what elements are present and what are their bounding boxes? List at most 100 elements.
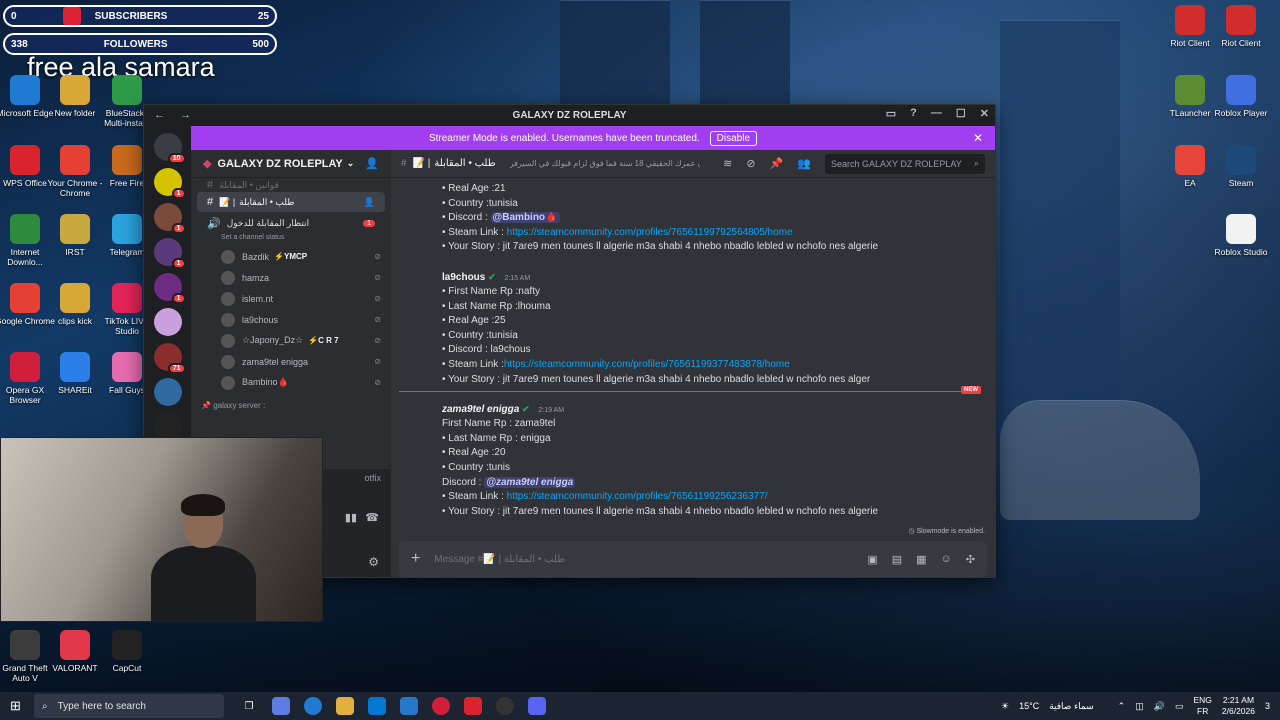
disable-button[interactable]: Disable bbox=[709, 130, 758, 146]
banner-close-icon[interactable]: ✕ bbox=[973, 131, 983, 145]
hash-icon: # bbox=[207, 179, 214, 191]
channel-rules[interactable]: # قوانين • المقابلة bbox=[197, 179, 385, 191]
windows-start-icon[interactable]: ⊞ bbox=[10, 698, 21, 714]
desktop-shortcut[interactable]: Steam bbox=[1209, 145, 1273, 188]
desktop-shortcut[interactable]: Riot Client bbox=[1209, 5, 1273, 48]
gift-icon[interactable]: ▣ bbox=[867, 553, 877, 566]
steam-link[interactable]: https://steamcommunity.com/profiles/7656… bbox=[504, 359, 790, 370]
server-icon[interactable]: 1 bbox=[153, 203, 186, 234]
message-line: • Discord : la9chous bbox=[442, 344, 531, 356]
member-list-icon[interactable]: 👥 bbox=[797, 157, 811, 170]
pinned-icon[interactable]: 📌 bbox=[770, 157, 784, 170]
set-status-link[interactable]: Set a channel status bbox=[191, 234, 391, 246]
copilot-icon[interactable] bbox=[272, 697, 290, 715]
server-icon[interactable]: 10 bbox=[153, 133, 186, 164]
message-line: • Steam Link : https://steamcommunity.co… bbox=[391, 226, 995, 241]
server-icon[interactable]: 1 bbox=[153, 168, 186, 199]
outlook-icon[interactable] bbox=[400, 697, 418, 715]
memo-icon: 📝 | bbox=[219, 196, 236, 207]
weather-text[interactable]: سماء صافية bbox=[1049, 701, 1093, 712]
volume-icon[interactable]: 🔊 bbox=[1154, 701, 1165, 712]
nav-arrows[interactable]: ← → bbox=[154, 109, 197, 121]
help-icon[interactable]: ? bbox=[910, 107, 917, 120]
soundboard-icon[interactable]: ▮▮ bbox=[345, 511, 357, 524]
desktop-shortcut[interactable]: Roblox Studio bbox=[1209, 214, 1273, 257]
message-time: 2:19 AM bbox=[538, 407, 565, 415]
followers-goal: 500 bbox=[252, 38, 269, 50]
server-icon[interactable]: 1 bbox=[153, 238, 186, 269]
server-icon[interactable] bbox=[153, 378, 182, 406]
user-mention[interactable]: @Bambino🩸 bbox=[490, 212, 560, 224]
discord-icon[interactable] bbox=[528, 697, 546, 715]
voice-channel-waiting[interactable]: 🔊 انتظار المقابلة للدخول 1 bbox=[197, 213, 385, 233]
new-label: NEW bbox=[961, 386, 981, 395]
add-member-icon[interactable]: 👤 bbox=[364, 197, 375, 208]
voice-member[interactable]: islem.nt ⊘ bbox=[191, 288, 391, 309]
user-mention[interactable]: @zama9tel enigga bbox=[484, 476, 576, 488]
invite-icon[interactable]: 👤 bbox=[365, 157, 379, 170]
inbox-icon[interactable]: ▭ bbox=[886, 107, 896, 120]
mention-badge: 1 bbox=[171, 293, 186, 304]
opera-icon[interactable] bbox=[432, 697, 450, 715]
clock[interactable]: 2:21 AM 2/6/2026 bbox=[1222, 695, 1255, 717]
settings-gear-icon[interactable]: ⚙ bbox=[368, 555, 379, 569]
channel-topic[interactable]: أن يكون عمرك الحقيقي 18 سنة فما فوق لزام… bbox=[510, 159, 700, 168]
attach-plus-icon[interactable]: + bbox=[411, 550, 420, 568]
category-galaxy-server[interactable]: 📌 galaxy server : bbox=[191, 393, 391, 418]
close-button[interactable]: ✕ bbox=[980, 107, 989, 120]
taskbar-search[interactable]: ⌕ Type here to search bbox=[34, 694, 224, 718]
notification-count[interactable]: 3 bbox=[1265, 701, 1270, 711]
steam-link[interactable]: https://steamcommunity.com/profiles/7656… bbox=[507, 491, 768, 502]
message-author[interactable]: la9chous bbox=[442, 272, 485, 283]
streamer-figure bbox=[151, 494, 256, 621]
emoji-icon[interactable]: ☺ bbox=[941, 553, 952, 566]
wps-icon bbox=[10, 145, 40, 175]
weather-temp[interactable]: 15°C bbox=[1019, 701, 1039, 711]
server-icon[interactable]: 71 bbox=[153, 343, 186, 374]
patreon-icon bbox=[62, 7, 81, 25]
message-author[interactable]: zama9tel enigga bbox=[442, 404, 519, 415]
subscribers-goal: 25 bbox=[257, 10, 269, 22]
obs-icon[interactable] bbox=[496, 697, 514, 715]
chevron-up-icon[interactable]: ⌃ bbox=[1118, 701, 1126, 712]
gif-icon[interactable]: ▤ bbox=[892, 553, 902, 566]
steam-link[interactable]: https://steamcommunity.com/profiles/7656… bbox=[507, 227, 793, 238]
disconnect-icon[interactable]: ☎ bbox=[365, 511, 379, 524]
search-input[interactable]: Search GALAXY DZ ROLEPLAY ⌕ bbox=[825, 153, 985, 174]
server-icon[interactable]: 1 bbox=[153, 273, 186, 304]
threads-icon[interactable]: ≋ bbox=[723, 157, 732, 170]
mute-notifications-icon[interactable]: ⊘ bbox=[746, 157, 755, 170]
opera-icon bbox=[10, 352, 40, 382]
edge-icon[interactable] bbox=[304, 697, 322, 715]
network-icon[interactable]: ◫ bbox=[1135, 701, 1144, 712]
voice-member[interactable]: ☆Japony_Dz☆ ⚡C R 7 ⊘ bbox=[191, 330, 391, 351]
riot-icon bbox=[1175, 5, 1205, 35]
minimize-button[interactable]: — bbox=[931, 107, 942, 120]
language-indicator[interactable]: ENG FR bbox=[1193, 695, 1211, 717]
file-explorer-icon[interactable] bbox=[336, 697, 354, 715]
voice-member[interactable]: hamza ⊘ bbox=[191, 267, 391, 288]
server-icon[interactable] bbox=[153, 308, 182, 336]
server-header[interactable]: ◆ GALAXY DZ ROLEPLAY ⌄ 👤 bbox=[191, 150, 391, 178]
voice-member[interactable]: Bazdik ⚡YMCP ⊘ bbox=[191, 246, 391, 267]
desktop-shortcut[interactable]: Roblox Player bbox=[1209, 75, 1273, 118]
bluestacks-icon bbox=[112, 75, 142, 105]
voice-member[interactable]: la9chous ⊘ bbox=[191, 309, 391, 330]
voice-member[interactable]: Bambino🩸 ⊘ bbox=[191, 372, 391, 393]
maximize-button[interactable]: ☐ bbox=[956, 107, 966, 120]
line-text: • Discord : bbox=[442, 212, 491, 224]
store-icon[interactable] bbox=[368, 697, 386, 715]
wps-icon[interactable] bbox=[464, 697, 482, 715]
idm-icon bbox=[10, 214, 40, 244]
muted-icon: ⊘ bbox=[374, 252, 381, 261]
apps-icon[interactable]: ✣ bbox=[966, 553, 975, 566]
sticker-icon[interactable]: ▦ bbox=[916, 553, 926, 566]
irst-icon bbox=[60, 214, 90, 244]
desktop-shortcut[interactable]: CapCut bbox=[95, 630, 159, 673]
task-view-icon[interactable]: ❐ bbox=[240, 697, 258, 715]
voice-member[interactable]: zama9tel enigga ⊘ bbox=[191, 351, 391, 372]
message-composer[interactable]: + Message #📝 | طلب • المقابلة ▣ ▤ ▦ ☺ ✣ bbox=[399, 541, 987, 577]
battery-icon[interactable]: ▭ bbox=[1175, 701, 1184, 712]
hash-icon: # bbox=[401, 158, 407, 169]
channel-request[interactable]: # 📝 | طلب • المقابلة 👤 bbox=[197, 192, 385, 212]
